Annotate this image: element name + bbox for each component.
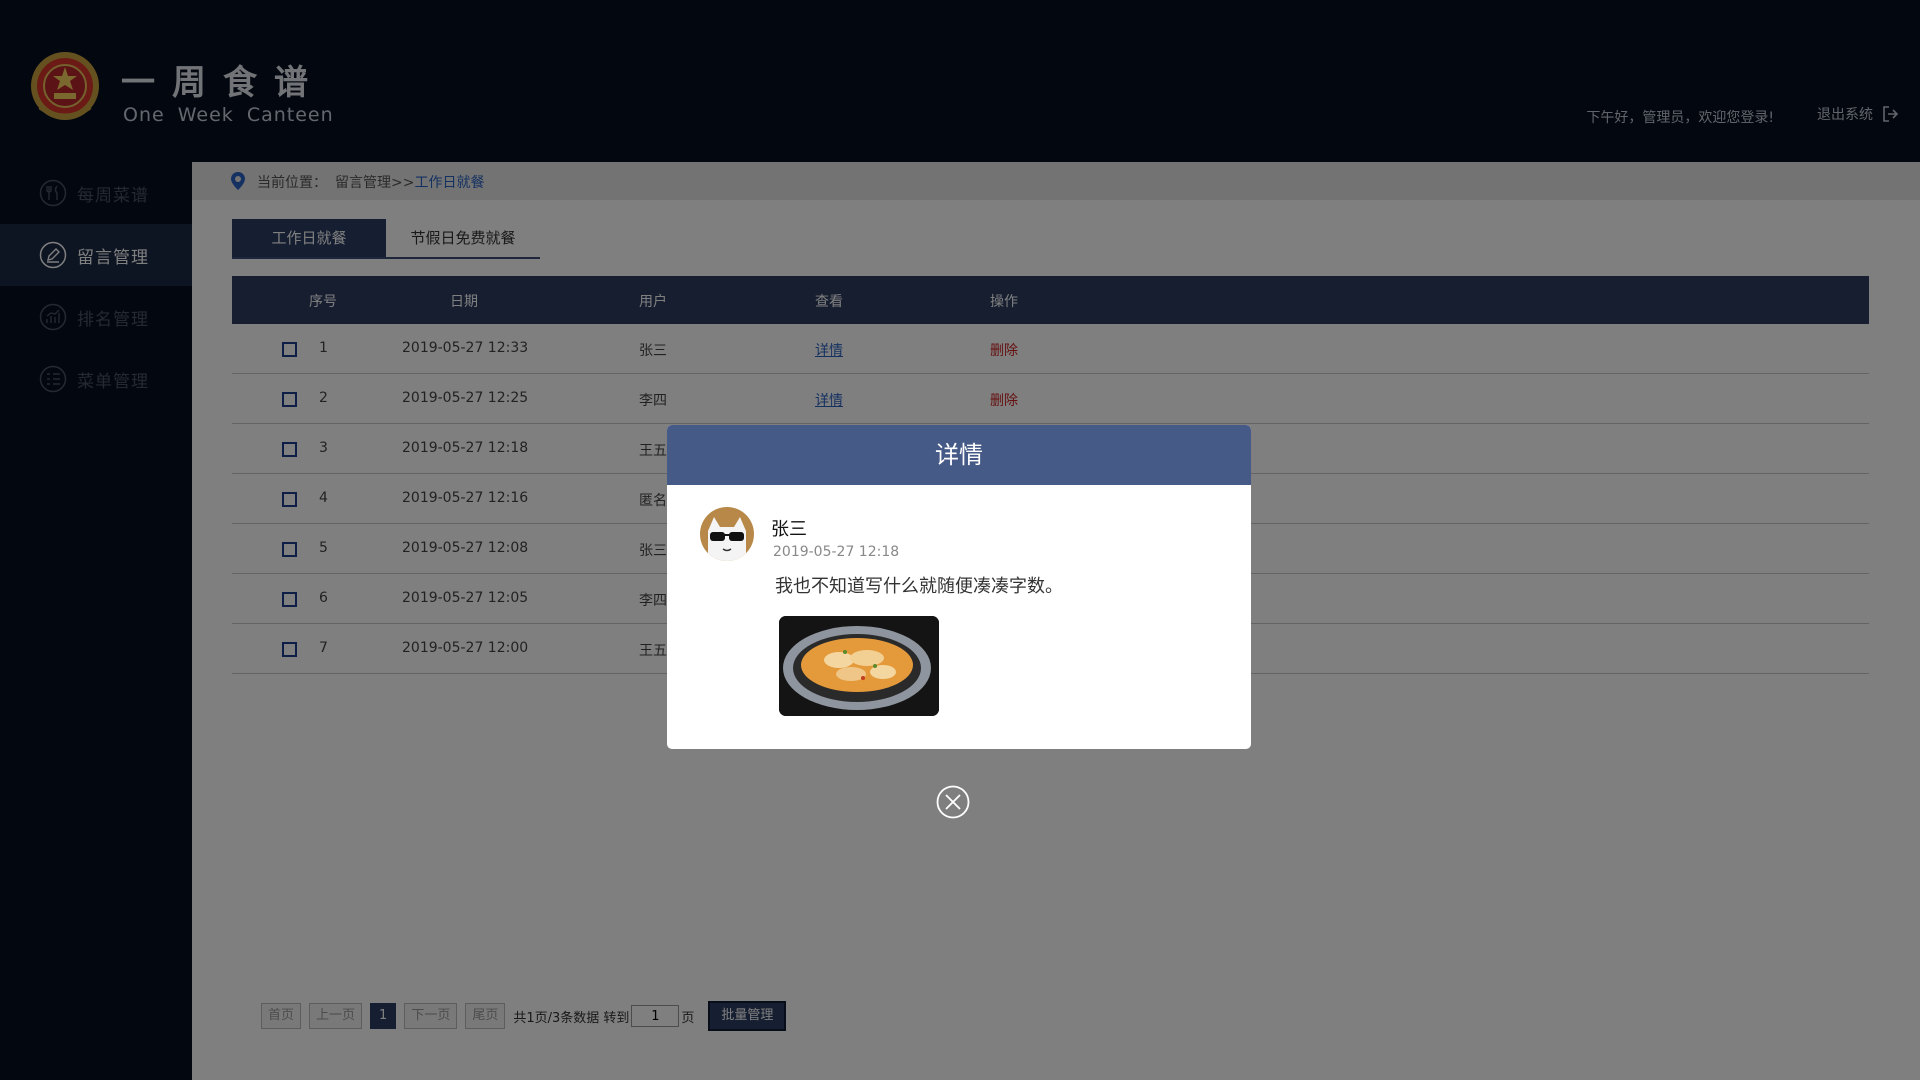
comment-time: 2019-05-27 12:18 <box>773 544 900 560</box>
food-dish-image[interactable] <box>779 616 939 716</box>
user-avatar <box>700 507 754 561</box>
food-dish-photo-icon <box>779 616 939 716</box>
modal-title: 详情 <box>667 425 1251 485</box>
comment-text: 我也不知道写什么就随便凑凑字数。 <box>775 576 1063 597</box>
close-modal-icon[interactable] <box>936 785 970 819</box>
detail-modal: 详情 张三 2019-05-27 12:18 我也不知道写什么就随便凑凑字数。 <box>667 425 1251 749</box>
commenter-name: 张三 <box>771 519 807 540</box>
sunglasses-cat-avatar-icon <box>708 517 746 561</box>
